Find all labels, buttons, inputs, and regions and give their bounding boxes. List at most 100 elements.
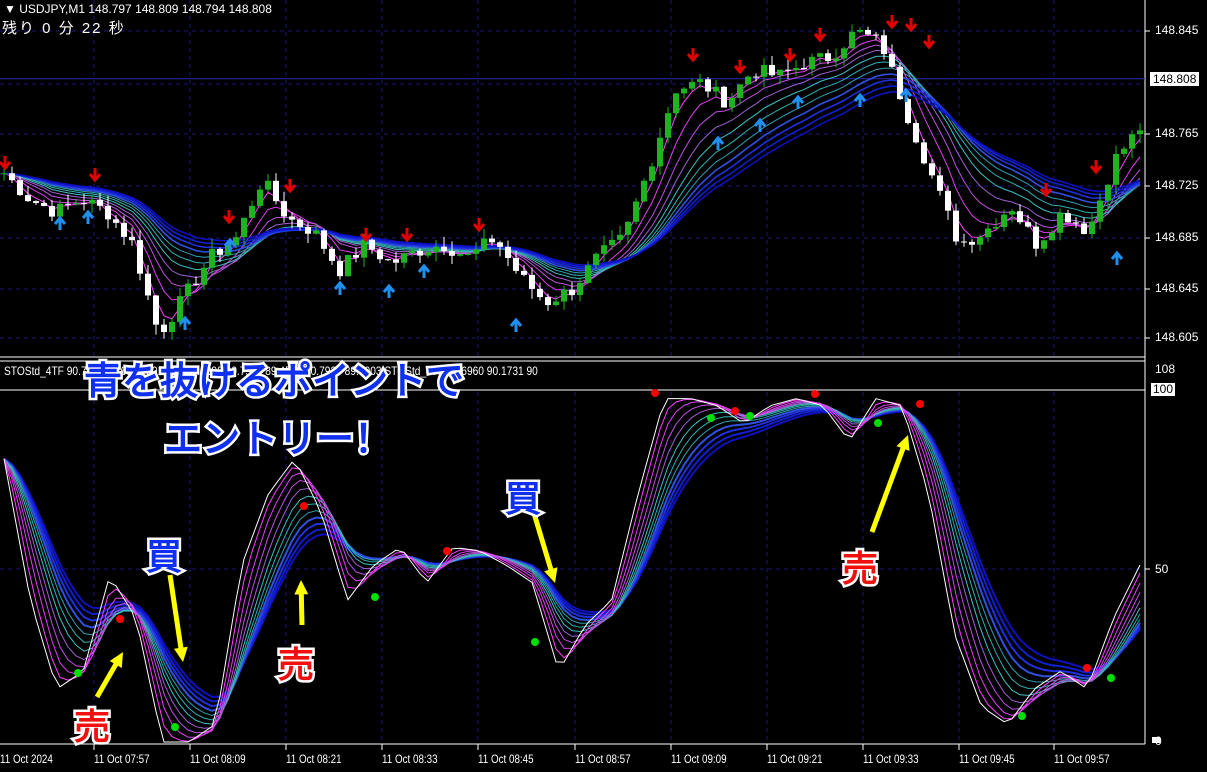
bull-candle xyxy=(745,76,751,85)
sell-signal-dot xyxy=(651,389,659,397)
bear-candle xyxy=(25,195,31,202)
indicator-axis-mid: 50 xyxy=(1155,562,1169,576)
bull-candle xyxy=(577,282,583,296)
sell-arrow-icon xyxy=(686,48,700,63)
annotation-arrow xyxy=(94,659,121,699)
bear-candle xyxy=(137,240,143,274)
bull-candle xyxy=(561,289,567,302)
bull-candle xyxy=(345,255,351,277)
time-label: 11 Oct 08:57 xyxy=(575,752,631,766)
sell-signal-dot xyxy=(811,390,819,398)
bull-candle xyxy=(1121,148,1127,154)
sell-signal-dot xyxy=(916,400,924,408)
moving-average-line xyxy=(3,55,1141,280)
bear-candle xyxy=(65,203,71,205)
bull-candle xyxy=(201,267,207,285)
buy-arrow-icon xyxy=(1110,250,1124,265)
bear-candle xyxy=(113,219,119,223)
bull-candle xyxy=(1049,232,1055,241)
bull-candle xyxy=(673,93,679,114)
bear-candle xyxy=(353,255,359,258)
bear-candle xyxy=(97,199,103,206)
bull-candle xyxy=(985,228,991,238)
bear-candle xyxy=(921,142,927,164)
price-label: 148.765 xyxy=(1155,126,1199,140)
bull-candle xyxy=(425,252,431,256)
moving-average-line xyxy=(3,79,1141,270)
sell-signal-dot xyxy=(116,615,124,623)
symbol-ohlc: USDJPY,M1 148.797 148.809 148.794 148.80… xyxy=(19,2,272,16)
bear-candle xyxy=(33,201,39,203)
bull-candle xyxy=(601,245,607,254)
buy-signal-dot xyxy=(1018,712,1026,720)
bull-candle xyxy=(1,173,7,175)
bear-candle xyxy=(721,86,727,108)
price-label: 148.845 xyxy=(1155,23,1199,37)
bear-candle xyxy=(129,236,135,241)
time-label: 11 Oct 09:57 xyxy=(1054,752,1110,766)
sell-signal-dot xyxy=(443,547,451,555)
bear-candle xyxy=(105,205,111,220)
bear-candle xyxy=(969,241,975,245)
bear-candle xyxy=(825,53,831,62)
sell-arrow-icon xyxy=(922,35,936,50)
bull-candle xyxy=(641,180,647,202)
bull-candle xyxy=(257,189,263,206)
bear-candle xyxy=(9,173,15,181)
bull-candle xyxy=(1057,213,1063,233)
bull-candle xyxy=(89,199,95,204)
time-label: 11 Oct 2024 xyxy=(0,752,53,766)
bear-candle xyxy=(393,259,399,263)
bear-candle xyxy=(529,274,535,289)
bear-candle xyxy=(417,250,423,256)
annotation-arrow xyxy=(298,589,305,626)
bull-candle xyxy=(1137,130,1143,135)
bear-candle xyxy=(1033,226,1039,249)
bull-candle xyxy=(841,48,847,59)
bull-candle xyxy=(185,283,191,297)
time-label: 11 Oct 09:09 xyxy=(671,752,727,766)
sell-signal-dot xyxy=(1083,664,1091,672)
sell-arrow-icon xyxy=(222,210,236,225)
sell-arrow-icon xyxy=(283,179,297,194)
buy-signal-dot xyxy=(1107,674,1115,682)
bull-candle xyxy=(265,180,271,190)
bull-candle xyxy=(57,203,63,217)
bear-candle xyxy=(913,123,919,143)
moving-average-line xyxy=(3,34,1141,320)
bull-candle xyxy=(169,321,175,332)
time-label: 11 Oct 08:09 xyxy=(190,752,246,766)
annotation-arrowhead xyxy=(294,580,309,595)
bear-candle xyxy=(217,248,223,255)
bear-candle xyxy=(369,239,375,250)
bull-candle xyxy=(473,249,479,254)
bear-candle xyxy=(785,69,791,71)
bull-candle xyxy=(241,217,247,238)
buy-label: 買 xyxy=(502,477,543,523)
bull-candle xyxy=(633,201,639,222)
bull-candle xyxy=(1097,200,1103,222)
sell-arrow-icon xyxy=(904,18,918,33)
bull-candle xyxy=(729,97,735,108)
bull-candle xyxy=(553,301,559,306)
buy-arrow-icon xyxy=(333,280,347,295)
bull-candle xyxy=(993,227,999,229)
bear-candle xyxy=(1073,222,1079,224)
bear-candle xyxy=(537,288,543,298)
sell-arrow-icon xyxy=(88,168,102,183)
annotation-arrow xyxy=(869,443,907,533)
bear-candle xyxy=(289,216,295,220)
sell-label: 売 xyxy=(275,643,316,689)
sell-arrow-icon xyxy=(733,60,747,75)
buy-label: 買 xyxy=(143,535,184,581)
bear-candle xyxy=(385,259,391,261)
bull-candle xyxy=(361,239,367,258)
bull-candle xyxy=(681,88,687,94)
bear-candle xyxy=(1025,222,1031,227)
bull-candle xyxy=(249,205,255,218)
bear-candle xyxy=(441,246,447,252)
bull-candle xyxy=(689,82,695,89)
bull-candle xyxy=(849,31,855,49)
headline-annotation: 青を抜けるポイントで xyxy=(81,357,466,406)
bear-candle xyxy=(41,202,47,206)
